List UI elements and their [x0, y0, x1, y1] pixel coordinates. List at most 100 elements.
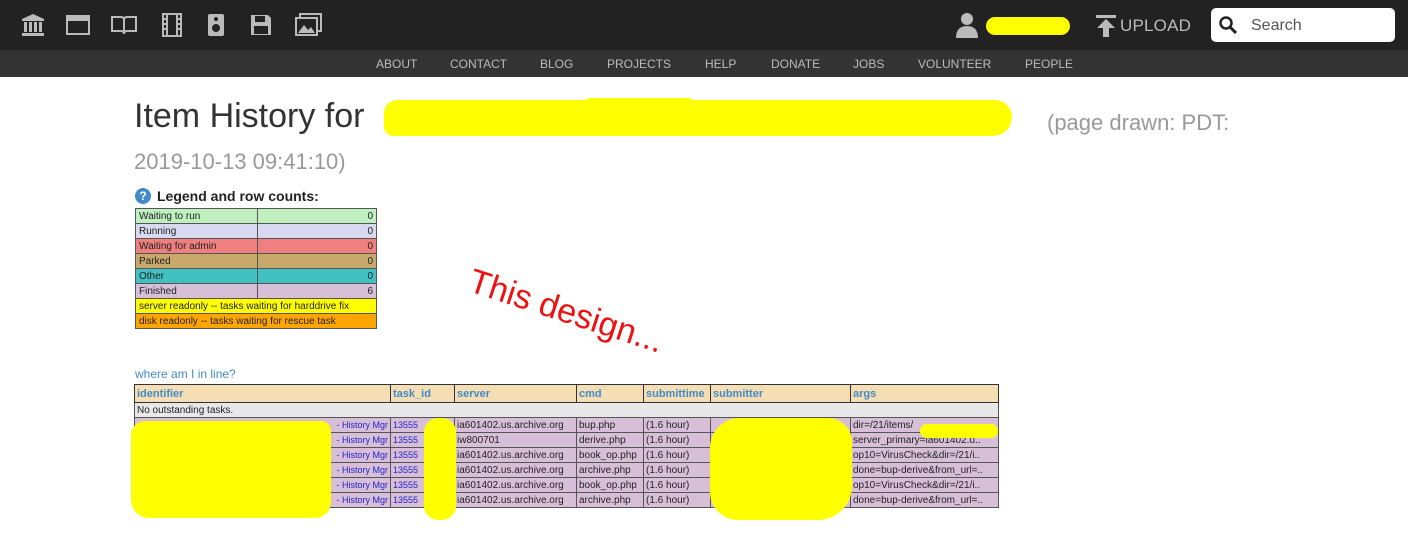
help-icon[interactable]: ? [135, 188, 151, 204]
cmd-cell: archive.php [576, 462, 644, 478]
legend-label: Finished [135, 283, 258, 299]
legend-label: Running [135, 223, 258, 239]
search-box[interactable] [1211, 8, 1395, 42]
table-row: No outstanding tasks. [134, 402, 999, 418]
server-cell: ia601402.us.archive.org [454, 447, 577, 463]
submittime-cell: (1.6 hour) [643, 447, 711, 463]
legend-label: Waiting for admin [135, 238, 258, 254]
legend-count: 0 [257, 268, 377, 284]
empty-message: No outstanding tasks. [134, 402, 999, 418]
nav-blog[interactable]: BLOG [540, 57, 573, 71]
col-server[interactable]: server [454, 384, 577, 403]
audio-icon[interactable] [204, 13, 228, 37]
legend-table: Waiting to run 0 Running 0 Waiting for a… [135, 208, 377, 329]
legend-row-finished: Finished 6 [135, 283, 377, 299]
cmd-cell: book_op.php [576, 447, 644, 463]
cmd-cell: derive.php [576, 432, 644, 448]
task-id-link[interactable]: 13555 [393, 450, 418, 460]
page-timestamp: 2019-10-13 09:41:10) [134, 149, 346, 174]
task-id-link[interactable]: 13555 [393, 420, 418, 430]
legend-count: 0 [257, 253, 377, 269]
server-cell: iw800701 [454, 432, 577, 448]
images-icon[interactable] [295, 13, 323, 37]
cmd-cell: book_op.php [576, 477, 644, 493]
upload-label: UPLOAD [1120, 16, 1192, 35]
search-input[interactable] [1249, 12, 1393, 40]
legend-row-server-readonly: server readonly -- tasks waiting for har… [135, 298, 377, 314]
args-cell: op10=VirusCheck&dir=/21/i.. [850, 477, 999, 493]
submittime-cell: (1.6 hour) [643, 462, 711, 478]
search-icon [1219, 16, 1237, 34]
upload-icon [1096, 15, 1116, 37]
annotation-text: This design... [464, 262, 669, 361]
submittime-cell: (1.6 hour) [643, 432, 711, 448]
submitter-redaction [710, 418, 852, 520]
legend-row-disk-readonly: disk readonly -- tasks waiting for rescu… [135, 313, 377, 329]
col-cmd[interactable]: cmd [576, 384, 644, 403]
software-icon[interactable] [249, 13, 273, 37]
history-mgr-link[interactable]: - History Mgr [337, 420, 389, 430]
legend-count: 0 [257, 223, 377, 239]
legend-label: Waiting to run [135, 208, 258, 224]
task-id-link[interactable]: 13555 [393, 480, 418, 490]
secondary-nav: ABOUT CONTACT BLOG PROJECTS HELP DONATE … [0, 50, 1408, 77]
task-id-link[interactable]: 13555 [393, 435, 418, 445]
nav-people[interactable]: PEOPLE [1025, 57, 1073, 71]
page-title: Item History for [134, 97, 365, 135]
user-icon[interactable] [956, 12, 978, 38]
legend-note: disk readonly -- tasks waiting for rescu… [135, 313, 377, 329]
legend-row-waiting-admin: Waiting for admin 0 [135, 238, 377, 254]
title-redaction [384, 100, 1012, 136]
legend-label: Parked [135, 253, 258, 269]
legend-count: 0 [257, 208, 377, 224]
nav-volunteer[interactable]: VOLUNTEER [918, 57, 991, 71]
legend-heading: ? Legend and row counts: [135, 188, 319, 204]
args-cell: done=bup-derive&from_url=.. [850, 492, 999, 508]
submittime-cell: (1.6 hour) [643, 417, 711, 433]
task-id-link[interactable]: 13555 [393, 465, 418, 475]
upload-button[interactable]: UPLOAD [1094, 13, 1191, 39]
legend-row-other: Other 0 [135, 268, 377, 284]
texts-icon[interactable] [110, 13, 138, 37]
history-mgr-link[interactable]: - History Mgr [337, 450, 389, 460]
nav-jobs[interactable]: JOBS [853, 57, 884, 71]
nav-about[interactable]: ABOUT [376, 57, 417, 71]
legend-row-parked: Parked 0 [135, 253, 377, 269]
table-header-row: identifier task_id server cmd submittime… [134, 384, 999, 403]
nav-help[interactable]: HELP [705, 57, 736, 71]
task-id-link[interactable]: 13555 [393, 495, 418, 505]
server-cell: ia601402.us.archive.org [454, 417, 577, 433]
col-submitter[interactable]: submitter [710, 384, 851, 403]
legend-count: 0 [257, 238, 377, 254]
nav-donate[interactable]: DONATE [771, 57, 820, 71]
submittime-cell: (1.6 hour) [643, 492, 711, 508]
legend-count: 6 [257, 283, 377, 299]
legend-heading-text: Legend and row counts: [157, 188, 319, 204]
args-cell: op10=VirusCheck&dir=/21/i.. [850, 447, 999, 463]
where-in-line-link[interactable]: where am I in line? [135, 367, 236, 381]
title-redaction-top [584, 98, 694, 110]
legend-note: server readonly -- tasks waiting for har… [135, 298, 377, 314]
nav-projects[interactable]: PROJECTS [607, 57, 671, 71]
server-cell: ia601402.us.archive.org [454, 492, 577, 508]
submittime-cell: (1.6 hour) [643, 477, 711, 493]
args-redaction [920, 424, 998, 438]
legend-row-waiting: Waiting to run 0 [135, 208, 377, 224]
history-mgr-link[interactable]: - History Mgr [337, 495, 389, 505]
history-mgr-link[interactable]: - History Mgr [337, 465, 389, 475]
page-drawn-label: (page drawn: PDT: [1047, 110, 1230, 135]
col-args[interactable]: args [850, 384, 999, 403]
video-icon[interactable] [160, 13, 184, 37]
col-identifier[interactable]: identifier [134, 384, 391, 403]
col-submittime[interactable]: submittime [643, 384, 711, 403]
top-navbar: UPLOAD [0, 0, 1408, 50]
server-cell: ia601402.us.archive.org [454, 477, 577, 493]
web-icon[interactable] [66, 13, 90, 37]
history-mgr-link[interactable]: - History Mgr [337, 435, 389, 445]
history-mgr-link[interactable]: - History Mgr [337, 480, 389, 490]
legend-row-running: Running 0 [135, 223, 377, 239]
legend-label: Other [135, 268, 258, 284]
nav-contact[interactable]: CONTACT [450, 57, 507, 71]
col-task-id[interactable]: task_id [390, 384, 455, 403]
archive-icon[interactable] [21, 13, 45, 37]
